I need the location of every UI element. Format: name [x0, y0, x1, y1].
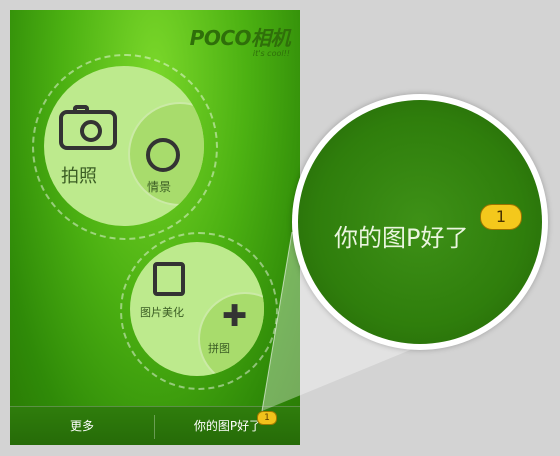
- magnifier-callout: 你的图P好了 1: [292, 94, 548, 350]
- magnifier-text: 你的图P好了: [334, 224, 469, 252]
- magnifier-badge: 1: [480, 204, 522, 230]
- magnifier-inner: 你的图P好了 1: [298, 100, 542, 344]
